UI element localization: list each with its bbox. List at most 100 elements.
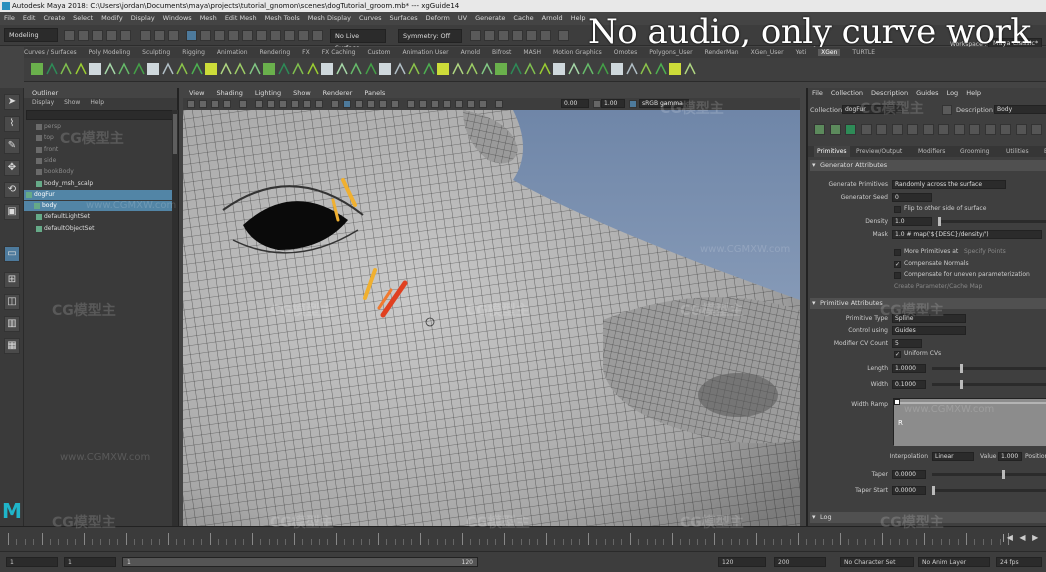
symmetry-dropdown[interactable]: Symmetry: Off (398, 29, 462, 43)
taper-start-slider[interactable] (932, 486, 1046, 495)
wireframe-icon[interactable] (331, 100, 339, 108)
outliner-item[interactable]: body (24, 201, 174, 212)
live-surface-dropdown[interactable]: No Live Surface (330, 29, 386, 52)
wireframe-on-shaded-icon[interactable] (355, 100, 363, 108)
menu-curves[interactable]: Curves (359, 14, 382, 22)
xray-icon[interactable] (455, 100, 463, 108)
xgen-tab-utilities[interactable]: Utilities (1006, 146, 1029, 157)
shelf-convert-guides-icon[interactable] (436, 62, 450, 76)
shelf-guide-length-icon[interactable] (422, 62, 436, 76)
select-object-icon[interactable] (154, 30, 165, 41)
character-set-dropdown[interactable]: No Character Set (840, 557, 914, 567)
outliner-item[interactable]: dogFur (24, 189, 174, 200)
shelf-guide-tool-icon[interactable] (74, 62, 88, 76)
shelf-convert-guides-icon[interactable] (668, 62, 682, 76)
menu-arnold[interactable]: Arnold (542, 14, 563, 22)
render-view-icon[interactable] (540, 30, 551, 41)
playback-start-field[interactable]: 1 (64, 557, 116, 567)
ambient-occlusion-icon[interactable] (407, 100, 415, 108)
ipr-render-icon[interactable] (498, 30, 509, 41)
anti-aliasing-icon[interactable] (431, 100, 439, 108)
motion-blur-icon[interactable] (419, 100, 427, 108)
scale-tool-icon[interactable]: ▣ (4, 204, 20, 220)
shelf-add-guides-icon[interactable] (291, 62, 305, 76)
menu-create[interactable]: Create (43, 14, 65, 22)
shelf-tab-rigging[interactable]: Rigging (182, 49, 205, 56)
outliner-item[interactable]: defaultObjectSet (24, 224, 174, 234)
shelf-splines-cache-icon[interactable] (146, 62, 160, 76)
select-curves-icon[interactable] (228, 30, 239, 41)
menu-edit-mesh[interactable]: Edit Mesh (225, 14, 257, 22)
xgen-tab-primitives[interactable]: Primitives (814, 146, 850, 157)
shelf-tab-motion-graphics[interactable]: Motion Graphics (553, 49, 602, 56)
menu-generate[interactable]: Generate (475, 14, 505, 22)
exposure-icon[interactable] (495, 100, 503, 108)
single-view-layout-icon[interactable]: ▭ (4, 246, 20, 262)
use-all-lights-icon[interactable] (379, 100, 387, 108)
color-management-icon[interactable] (629, 100, 637, 108)
shelf-fur-preset-icon[interactable] (132, 62, 146, 76)
outliner-search-input[interactable] (26, 110, 176, 120)
menu-windows[interactable]: Windows (163, 14, 192, 22)
undo-icon[interactable] (106, 30, 117, 41)
xgen-menu-description[interactable]: Description (871, 89, 908, 97)
select-surfaces-icon[interactable] (242, 30, 253, 41)
grid-toggle-icon[interactable] (255, 100, 263, 108)
mask-expression-field[interactable]: 1.0 # map('${DESC}/density/') (892, 230, 1042, 239)
xray-joints-icon[interactable] (467, 100, 475, 108)
ramp-value-field[interactable]: 1.000 (998, 452, 1022, 461)
xgen-tab-modifiers[interactable]: Modifiers (918, 146, 945, 157)
rotate-tool-icon[interactable]: ⟲ (4, 182, 20, 198)
playback-end-field[interactable]: 120 (718, 557, 766, 567)
shelf-tab-sculpting[interactable]: Sculpting (142, 49, 170, 56)
select-hierarchy-icon[interactable] (140, 30, 151, 41)
shelf-render-preview-icon[interactable] (248, 62, 262, 76)
xgen-create-description-icon[interactable] (829, 124, 841, 135)
save-scene-icon[interactable] (92, 30, 103, 41)
shadows-icon[interactable] (391, 100, 399, 108)
width-ramp-editor[interactable]: R (893, 398, 1046, 446)
shelf-guide-tool-icon[interactable] (538, 62, 552, 76)
shelf-archive-import-icon[interactable] (233, 62, 247, 76)
animation-end-field[interactable]: 200 (774, 557, 826, 567)
shelf-archive-import-icon[interactable] (465, 62, 479, 76)
shelf-fur-preset-icon[interactable] (596, 62, 610, 76)
bookmarks-icon[interactable] (199, 100, 207, 108)
image-plane-icon[interactable] (211, 100, 219, 108)
menu-mesh-display[interactable]: Mesh Display (308, 14, 351, 22)
shelf-groom-brush-icon[interactable] (581, 62, 595, 76)
select-rendering-icon[interactable] (284, 30, 295, 41)
collection-dropdown[interactable]: dogFur (842, 105, 902, 114)
shelf-normalize-guides-icon[interactable] (175, 62, 189, 76)
shelf-splines-cache-icon[interactable] (610, 62, 624, 76)
menu-set-dropdown[interactable]: Modeling (4, 28, 58, 42)
xgen-create-collection-icon[interactable] (814, 124, 825, 135)
taper-slider[interactable] (932, 470, 1046, 479)
xgen-sculpt-guide-icon[interactable] (891, 124, 903, 135)
shelf-sculpt-guides-icon[interactable] (552, 62, 566, 76)
shelf-create-description-icon[interactable] (509, 62, 523, 76)
xgen-menu-guides[interactable]: Guides (916, 89, 938, 97)
shelf-tab-animation[interactable]: Animation (217, 49, 248, 56)
create-map-link[interactable]: Create Parameter/Cache Map (894, 283, 982, 291)
xgen-tab-preview-output[interactable]: Preview/Output (856, 146, 902, 157)
shelf-normalize-guides-icon[interactable] (639, 62, 653, 76)
outliner-menu-display[interactable]: Display (32, 99, 54, 106)
shelf-tab-omotes[interactable]: Omotes (614, 49, 637, 56)
xgen-guide-curve-icon[interactable] (953, 124, 965, 135)
menu-display[interactable]: Display (131, 14, 155, 22)
camera-attributes-icon[interactable] (187, 100, 195, 108)
outliner-item[interactable]: persp (24, 122, 174, 132)
select-tool-icon[interactable]: ➤ (4, 94, 20, 110)
shelf-groom-brush-icon[interactable] (349, 62, 363, 76)
shelf-tab-curves-surfaces[interactable]: Curves / Surfaces (24, 49, 77, 56)
compensate-normals-checkbox[interactable]: ✓ (894, 261, 901, 268)
description-dropdown[interactable]: Body (994, 105, 1046, 114)
grease-pencil-icon[interactable] (239, 100, 247, 108)
shelf-interactive-groom-icon[interactable] (103, 62, 117, 76)
xgen-select-guide-icon[interactable] (860, 124, 872, 135)
outliner-item[interactable]: defaultLightSet (24, 212, 174, 222)
menu-deform[interactable]: Deform (426, 14, 450, 22)
outliner-item[interactable]: side (24, 156, 174, 166)
shelf-guide-tool-icon[interactable] (306, 62, 320, 76)
